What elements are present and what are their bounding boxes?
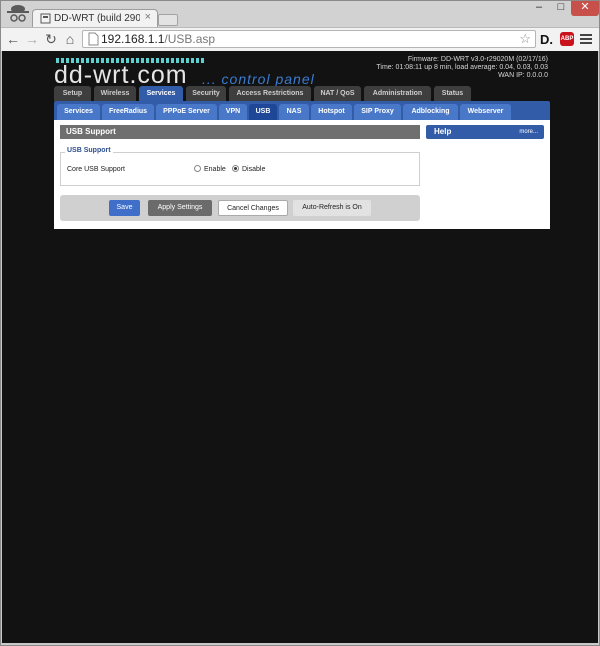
- bookmark-star-icon[interactable]: ☆: [519, 31, 531, 47]
- page-favicon-icon: [40, 13, 51, 24]
- home-icon[interactable]: ⌂: [62, 31, 78, 47]
- back-icon[interactable]: ←: [5, 31, 21, 47]
- auto-refresh-button[interactable]: Auto-Refresh is On: [293, 200, 371, 216]
- subtab-webserver[interactable]: Webserver: [460, 104, 511, 120]
- tab-security[interactable]: Security: [186, 86, 226, 101]
- minimize-button[interactable]: –: [528, 0, 550, 16]
- uptime-info: Time: 01:08:11 up 8 min, load average: 0…: [376, 64, 548, 71]
- section-title: USB Support: [60, 125, 420, 139]
- url-path: /USB.asp: [164, 32, 216, 46]
- extension-d-icon[interactable]: D.: [540, 32, 553, 47]
- subtab-nas[interactable]: NAS: [279, 104, 309, 120]
- router-page: dd-wrt.com ... control panel Firmware: D…: [2, 51, 598, 643]
- fieldset-legend: USB Support: [65, 147, 113, 154]
- browser-chrome: DD-WRT (build 29020M) × – □ ✕ ← → ↻ ⌂ 19…: [0, 0, 600, 51]
- usb-fieldset: USB Support Core USB Support Enable Disa…: [60, 147, 420, 186]
- menu-icon[interactable]: [580, 32, 592, 46]
- help-title: Help: [434, 127, 452, 136]
- url-host: 192.168.1.1: [101, 32, 165, 46]
- tab-close-icon[interactable]: ×: [145, 11, 151, 23]
- address-bar[interactable]: 192.168.1.1/USB.asp ☆: [82, 30, 536, 48]
- tab-administration[interactable]: Administration: [364, 86, 431, 101]
- browser-tab[interactable]: DD-WRT (build 29020M) ×: [32, 9, 158, 28]
- tab-title: DD-WRT (build 29020M): [54, 13, 140, 24]
- router-info: Firmware: DD-WRT v3.0-r29020M (02/17/16)…: [376, 56, 548, 80]
- adblock-icon[interactable]: ABP: [560, 32, 574, 46]
- wan-ip-info: WAN IP: 0.0.0.0: [498, 72, 548, 79]
- tab-wireless[interactable]: Wireless: [94, 86, 136, 101]
- logo-subtitle: ... control panel: [202, 71, 315, 87]
- subtab-hotspot[interactable]: Hotspot: [311, 104, 352, 120]
- core-usb-label: Core USB Support: [67, 166, 125, 173]
- enable-label: Enable: [204, 166, 226, 173]
- button-bar: Save Apply Settings Cancel Changes Auto-…: [60, 195, 420, 221]
- disable-radio[interactable]: [232, 165, 239, 172]
- subtab-vpn[interactable]: VPN: [219, 104, 247, 120]
- subtab-adblocking[interactable]: Adblocking: [403, 104, 458, 120]
- subtab-sip-proxy[interactable]: SIP Proxy: [354, 104, 401, 120]
- close-window-button[interactable]: ✕: [571, 0, 599, 16]
- tab-services[interactable]: Services: [139, 86, 183, 101]
- help-header: Help more...: [426, 125, 544, 139]
- subtab-usb[interactable]: USB: [249, 104, 277, 120]
- tab-setup[interactable]: Setup: [54, 86, 91, 101]
- save-button[interactable]: Save: [109, 200, 140, 216]
- apply-settings-button[interactable]: Apply Settings: [148, 200, 212, 216]
- new-tab-button[interactable]: [158, 14, 178, 26]
- subtab-freeradius[interactable]: FreeRadius: [102, 104, 154, 120]
- enable-radio[interactable]: [194, 165, 201, 172]
- forward-icon[interactable]: →: [24, 31, 40, 47]
- incognito-icon: [7, 5, 29, 22]
- sub-tabs: Services FreeRadius PPPoE Server VPN USB…: [54, 101, 550, 120]
- content-panel: USB Support USB Support Core USB Support…: [54, 120, 550, 229]
- page-icon: [88, 32, 99, 46]
- cancel-changes-button[interactable]: Cancel Changes: [218, 200, 288, 216]
- disable-label: Disable: [242, 166, 266, 173]
- tab-access-restrictions[interactable]: Access Restrictions: [229, 86, 311, 101]
- firmware-info: Firmware: DD-WRT v3.0-r29020M (02/17/16): [407, 56, 548, 63]
- subtab-pppoe-server[interactable]: PPPoE Server: [156, 104, 217, 120]
- ddwrt-logo: dd-wrt.com ... control panel: [54, 55, 324, 89]
- help-more-link[interactable]: more...: [519, 125, 538, 139]
- browser-toolbar: ← → ↻ ⌂ 192.168.1.1/USB.asp ☆ D. ABP: [0, 27, 600, 51]
- reload-icon[interactable]: ↻: [43, 31, 59, 47]
- tab-nat-qos[interactable]: NAT / QoS: [314, 86, 361, 101]
- url-text: 192.168.1.1/USB.asp: [101, 32, 215, 46]
- maximize-button[interactable]: □: [552, 0, 570, 16]
- tab-status[interactable]: Status: [434, 86, 471, 101]
- subtab-services[interactable]: Services: [57, 104, 100, 120]
